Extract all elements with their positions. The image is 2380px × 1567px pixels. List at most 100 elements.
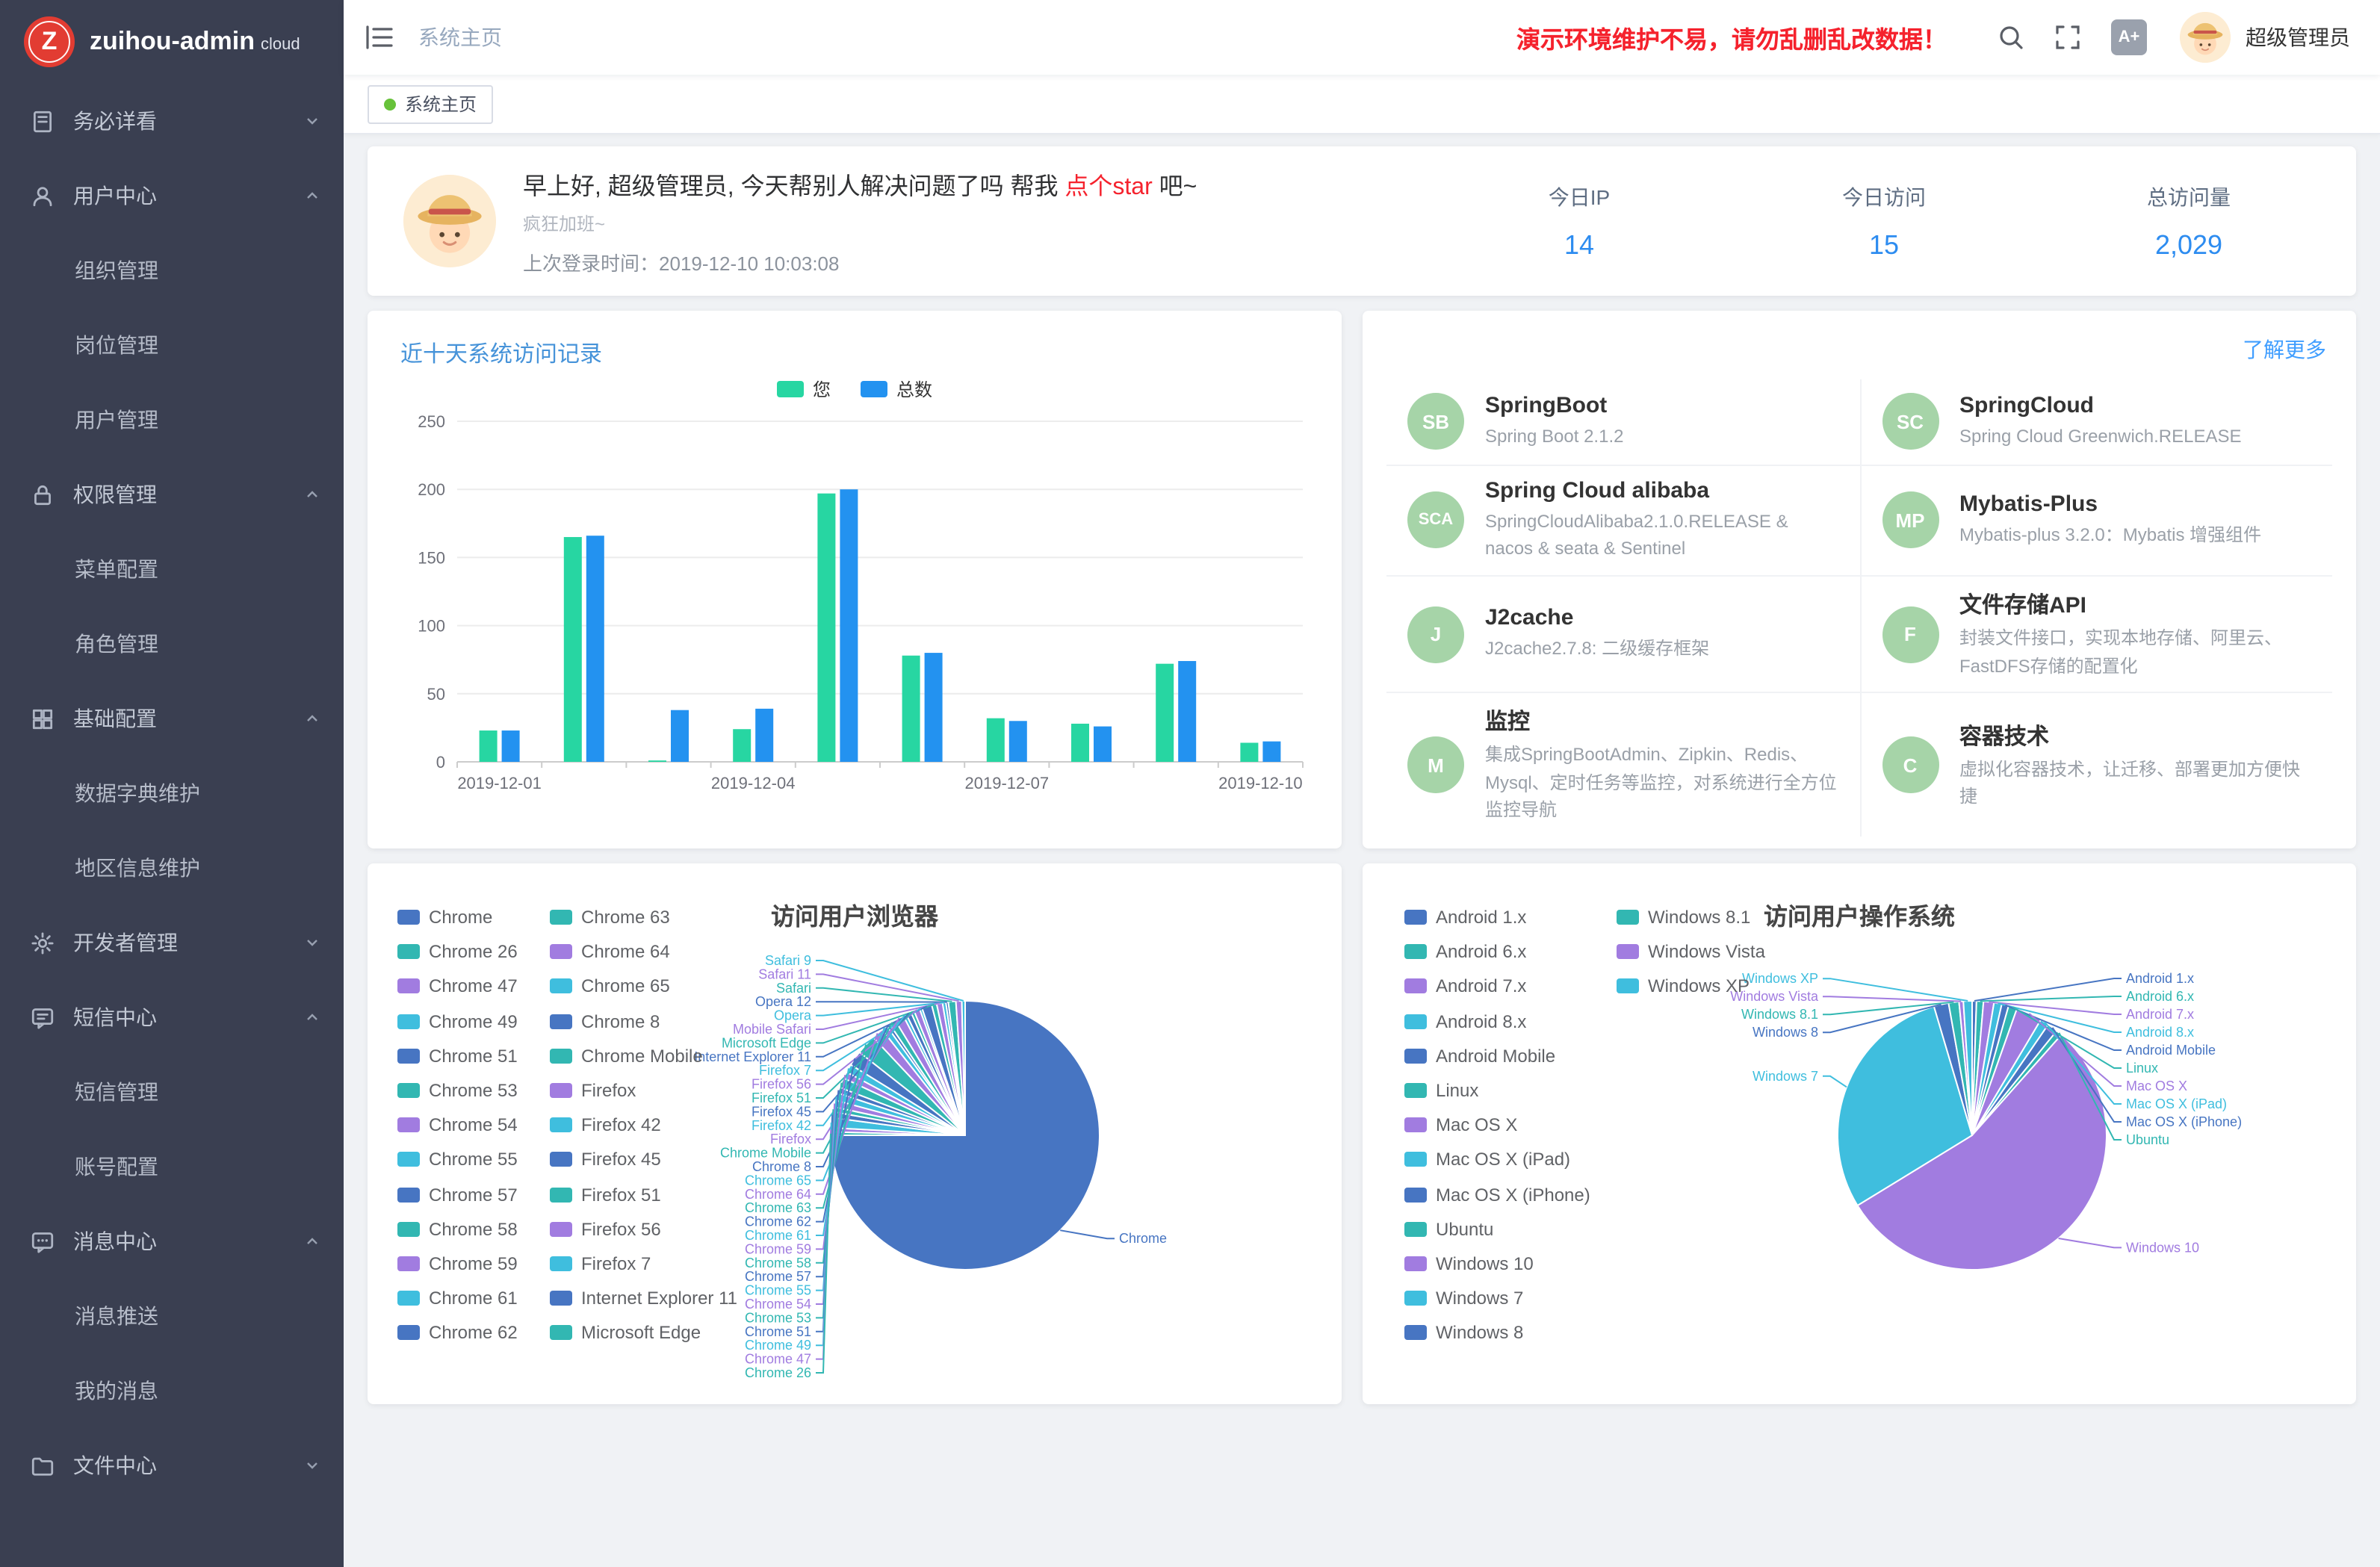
legend-label: Firefox 7 <box>581 1253 651 1274</box>
legend-item[interactable]: Windows 10 <box>1404 1255 1534 1273</box>
svg-text:50: 50 <box>427 685 445 704</box>
legend-item[interactable]: Android 6.x <box>1404 943 1526 961</box>
legend-item[interactable]: Microsoft Edge <box>550 1324 701 1342</box>
sidebar-subitem-org[interactable]: 组织管理 <box>0 233 344 308</box>
sidebar-item-base-config[interactable]: 基础配置 <box>0 681 344 756</box>
legend-item[interactable]: Chrome 49 <box>397 1012 518 1030</box>
legend-item[interactable]: Chrome 59 <box>397 1255 518 1273</box>
bar-chart-legend: 您 总数 <box>368 376 1342 402</box>
bar-legend-item[interactable]: 您 <box>777 376 831 402</box>
legend-swatch <box>397 1014 420 1028</box>
legend-item[interactable]: Chrome 54 <box>397 1116 518 1134</box>
legend-item[interactable]: Linux <box>1404 1082 1478 1099</box>
legend-label: Chrome 51 <box>429 1046 518 1067</box>
learn-more-link[interactable]: 了解更多 <box>2243 335 2326 364</box>
svg-text:Safari 11: Safari 11 <box>758 966 811 981</box>
feature-item: C容器技术虚拟化容器技术，让迁移、部署更加方便快捷 <box>1859 693 2332 837</box>
fullscreen-icon[interactable] <box>2054 24 2081 51</box>
sidebar-subitem-user[interactable]: 用户管理 <box>0 382 344 457</box>
legend-item[interactable]: Mac OS X (iPhone) <box>1404 1185 1590 1203</box>
legend-item[interactable]: Chrome 65 <box>550 978 670 996</box>
sidebar-subitem-position[interactable]: 岗位管理 <box>0 308 344 382</box>
legend-swatch <box>397 910 420 925</box>
legend-item[interactable]: Windows 8.1 <box>1617 908 1750 926</box>
legend-item[interactable]: Firefox 56 <box>550 1220 661 1238</box>
legend-item[interactable]: Windows Vista <box>1617 943 1765 961</box>
legend-item[interactable]: Chrome 62 <box>397 1324 518 1342</box>
legend-item[interactable]: Chrome 55 <box>397 1151 518 1169</box>
legend-item[interactable]: Chrome 58 <box>397 1220 518 1238</box>
sidebar-subitem-menu-config[interactable]: 菜单配置 <box>0 532 344 606</box>
feature-title: J2cache <box>1485 606 1709 631</box>
legend-item[interactable]: Chrome 51 <box>397 1047 518 1065</box>
legend-item[interactable]: Chrome 61 <box>397 1289 518 1307</box>
star-link[interactable]: 点个star <box>1065 175 1152 200</box>
features-grid: SBSpringBootSpring Boot 2.1.2SCSpringClo… <box>1386 379 2332 837</box>
search-icon[interactable] <box>1998 24 2024 51</box>
breadcrumb[interactable]: 系统主页 <box>418 22 502 52</box>
active-tab-dot <box>384 98 396 110</box>
sidebar-item-label: 用户中心 <box>73 181 305 211</box>
last-login-value: 2019-12-10 10:03:08 <box>659 252 839 275</box>
sidebar-item-permission[interactable]: 权限管理 <box>0 457 344 532</box>
legend-item[interactable]: Android 7.x <box>1404 978 1526 996</box>
legend-swatch <box>397 1291 420 1306</box>
sidebar-item-must-read[interactable]: 务必详看 <box>0 84 344 158</box>
legend-swatch <box>550 1256 572 1271</box>
bar-chart[interactable]: 0501001502002502019-12-012019-12-042019-… <box>388 409 1318 825</box>
legend-item[interactable]: Firefox 7 <box>550 1255 651 1273</box>
bar-legend-item[interactable]: 总数 <box>861 376 932 402</box>
sidebar-item-developer[interactable]: 开发者管理 <box>0 905 344 980</box>
legend-item[interactable]: Chrome 8 <box>550 1012 660 1030</box>
sidebar-subitem-msg-push[interactable]: 消息推送 <box>0 1279 344 1353</box>
legend-item[interactable]: Firefox 51 <box>550 1185 661 1203</box>
legend-item[interactable]: Windows XP <box>1617 978 1750 996</box>
legend-item[interactable]: Chrome <box>397 908 492 926</box>
sidebar-subitem-dict[interactable]: 数据字典维护 <box>0 756 344 831</box>
legend-label: Chrome Mobile <box>581 1046 703 1067</box>
legend-swatch <box>550 1117 572 1132</box>
legend-item[interactable]: Android 1.x <box>1404 908 1526 926</box>
legend-item[interactable]: Chrome 53 <box>397 1082 518 1099</box>
legend-label: Android 1.x <box>1436 907 1526 928</box>
legend-item[interactable]: Mac OS X <box>1404 1116 1517 1134</box>
legend-item[interactable]: Mac OS X (iPad) <box>1404 1151 1570 1169</box>
legend-item[interactable]: Chrome 47 <box>397 978 518 996</box>
legend-item[interactable]: Firefox <box>550 1082 636 1099</box>
legend-item[interactable]: Windows 7 <box>1404 1289 1523 1307</box>
user-avatar[interactable] <box>2180 12 2231 63</box>
sidebar-item-sms-center[interactable]: 短信中心 <box>0 980 344 1055</box>
legend-item[interactable]: Firefox 42 <box>550 1116 661 1134</box>
legend-item[interactable]: Chrome 57 <box>397 1185 518 1203</box>
logo[interactable]: Z zuihou-admincloud <box>0 0 344 84</box>
legend-item[interactable]: Chrome 63 <box>550 908 670 926</box>
sidebar-subitem-my-msg[interactable]: 我的消息 <box>0 1353 344 1428</box>
legend-item[interactable]: Internet Explorer 11 <box>550 1289 737 1307</box>
sidebar-toggle-icon[interactable] <box>365 24 394 51</box>
sidebar-item-message-center[interactable]: 消息中心 <box>0 1204 344 1279</box>
legend-item[interactable]: Chrome 26 <box>397 943 518 961</box>
legend-item[interactable]: Ubuntu <box>1404 1220 1493 1238</box>
legend-item[interactable]: Windows 8 <box>1404 1324 1523 1342</box>
sidebar-subitem-label: 我的消息 <box>75 1376 158 1406</box>
legend-swatch <box>1404 1014 1427 1028</box>
legend-swatch <box>1617 979 1639 994</box>
legend-item[interactable]: Android Mobile <box>1404 1047 1555 1065</box>
sidebar-subitem-sms-manage[interactable]: 短信管理 <box>0 1055 344 1129</box>
sidebar-subitem-role[interactable]: 角色管理 <box>0 606 344 681</box>
app-root: Z zuihou-admincloud 务必详看用户中心组织管理岗位管理用户管理… <box>0 0 2380 1567</box>
sidebar-item-user-center[interactable]: 用户中心 <box>0 158 344 233</box>
greeting-motto: 疯狂加班~ <box>523 211 1197 236</box>
legend-swatch <box>777 381 804 397</box>
legend-item[interactable]: Firefox 45 <box>550 1151 661 1169</box>
font-size-icon[interactable]: A+ <box>2111 19 2147 55</box>
tab-system-home[interactable]: 系统主页 <box>368 84 493 123</box>
sidebar-subitem-area[interactable]: 地区信息维护 <box>0 831 344 905</box>
legend-item[interactable]: Chrome 64 <box>550 943 670 961</box>
sidebar-item-file-center[interactable]: 文件中心 <box>0 1428 344 1503</box>
legend-item[interactable]: Chrome Mobile <box>550 1047 703 1065</box>
legend-label: Internet Explorer 11 <box>581 1288 737 1309</box>
user-name[interactable]: 超级管理员 <box>2246 22 2350 52</box>
legend-item[interactable]: Android 8.x <box>1404 1012 1526 1030</box>
sidebar-subitem-sms-account[interactable]: 账号配置 <box>0 1129 344 1204</box>
